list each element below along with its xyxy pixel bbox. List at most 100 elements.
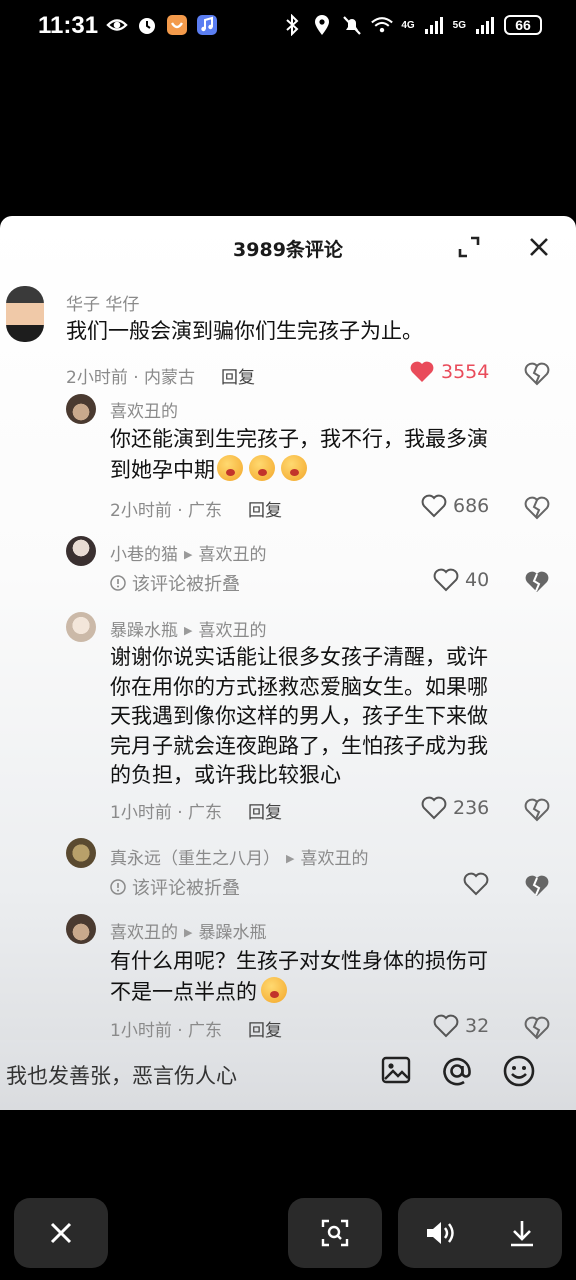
comment-time-location: 2小时前 · 广东 bbox=[110, 501, 223, 521]
status-time: 11:31 bbox=[38, 12, 99, 39]
close-icon bbox=[50, 1222, 72, 1244]
comment-text-line: 完月子就会连夜跑路了，生怕孩子成为我 bbox=[110, 733, 488, 758]
avatar[interactable] bbox=[66, 612, 96, 642]
avatar[interactable] bbox=[66, 838, 96, 868]
reply-to-name[interactable]: 喜欢丑的 bbox=[198, 545, 266, 565]
comment-6: 喜欢丑的 ▶ 暴躁水瓶 有什么用呢？生孩子对女性身体的损伤可 不是一点半点的 1小时… bbox=[0, 914, 576, 1044]
folded-text: 该评论被折叠 bbox=[132, 574, 240, 595]
folded-notice[interactable]: 该评论被折叠 bbox=[110, 874, 240, 900]
comment-text-line: 天我遇到像你这样的男人，孩子生下来做 bbox=[110, 704, 488, 728]
avatar[interactable] bbox=[66, 914, 96, 944]
heart-icon bbox=[410, 361, 434, 382]
comment-text-line: 你在用你的方式拯救恋爱脑女生。如果哪 bbox=[110, 674, 488, 699]
at-icon[interactable] bbox=[440, 1054, 476, 1090]
comment-text: 你还能演到生完孩子，我不行，我最多演 到她孕中期 bbox=[110, 425, 488, 485]
eye-icon bbox=[106, 14, 128, 36]
like-button[interactable]: 32 bbox=[433, 1014, 489, 1038]
comment-count-title: 3989条评论 bbox=[233, 239, 343, 261]
reply-arrow-icon: ▶ bbox=[184, 548, 193, 561]
comment-author[interactable]: 真永远（重生之八月） ▶ 喜欢丑的 bbox=[110, 844, 368, 869]
info-icon bbox=[110, 575, 126, 591]
image-search-icon bbox=[321, 1219, 349, 1247]
comment-4: 暴躁水瓶 ▶ 喜欢丑的 谢谢你说实话能让很多女孩子清醒，或许 你在用你的方式拯救恋爱… bbox=[0, 612, 576, 832]
battery-indicator: 66 bbox=[504, 15, 542, 35]
comment-text-line: 我们一般会演到骗你们生完孩子为止。 bbox=[66, 319, 423, 343]
like-count: 686 bbox=[453, 495, 490, 517]
avatar[interactable] bbox=[66, 536, 96, 566]
broken-heart-icon[interactable] bbox=[524, 874, 550, 900]
comment-time-location: 1小时前 · 广东 bbox=[110, 1021, 223, 1041]
close-button[interactable] bbox=[14, 1198, 108, 1268]
reply-to-name[interactable]: 喜欢丑的 bbox=[300, 849, 368, 869]
heart-icon bbox=[421, 796, 447, 820]
bluetooth-icon bbox=[281, 14, 303, 36]
expand-icon[interactable] bbox=[456, 234, 482, 260]
status-bar: 11:31 4G 5G 66 bbox=[0, 0, 576, 54]
broken-heart-icon[interactable] bbox=[524, 570, 550, 596]
like-button[interactable]: 3554 bbox=[409, 360, 489, 384]
heart-icon bbox=[433, 1014, 459, 1038]
folded-notice[interactable]: 该评论被折叠 bbox=[110, 570, 240, 596]
location-icon bbox=[311, 14, 333, 36]
kiss-emoji-icon bbox=[217, 454, 243, 481]
close-icon[interactable] bbox=[526, 234, 552, 260]
author-name[interactable]: 喜欢丑的 bbox=[110, 923, 178, 943]
emoji-icon[interactable] bbox=[502, 1054, 538, 1090]
reply-arrow-icon: ▶ bbox=[286, 852, 295, 865]
signal-icon bbox=[423, 14, 445, 36]
media-controls bbox=[398, 1198, 562, 1268]
heart-icon bbox=[433, 568, 459, 592]
info-icon bbox=[110, 879, 126, 895]
avatar[interactable] bbox=[66, 394, 96, 424]
reply-arrow-icon: ▶ bbox=[184, 624, 193, 637]
like-button[interactable]: 236 bbox=[421, 796, 489, 820]
comment-text-line: 不是一点半点的 bbox=[110, 979, 257, 1004]
comment-meta: 1小时前 · 广东 回复 bbox=[110, 1016, 282, 1041]
reply-to-name[interactable]: 喜欢丑的 bbox=[198, 621, 266, 641]
reply-to-name[interactable]: 暴躁水瓶 bbox=[198, 923, 266, 943]
like-button[interactable] bbox=[463, 872, 489, 896]
comment-5: 真永远（重生之八月） ▶ 喜欢丑的 该评论被折叠 bbox=[0, 838, 576, 900]
image-icon[interactable] bbox=[380, 1054, 416, 1090]
author-name[interactable]: 暴躁水瓶 bbox=[110, 621, 178, 641]
status-left-icons bbox=[106, 14, 218, 36]
comment-text: 谢谢你说实话能让很多女孩子清醒，或许 你在用你的方式拯救恋爱脑女生。如果哪 天我… bbox=[110, 643, 488, 791]
author-name[interactable]: 小巷的猫 bbox=[110, 545, 178, 565]
comment-1: 华子 华仔 我们一般会演到骗你们生完孩子为止。 2小时前 · 内蒙古 回复 355… bbox=[0, 286, 576, 388]
kiss-emoji-icon bbox=[281, 454, 307, 481]
comment-author[interactable]: 暴躁水瓶 ▶ 喜欢丑的 bbox=[110, 616, 266, 641]
comment-2: 喜欢丑的 你还能演到生完孩子，我不行，我最多演 到她孕中期 2小时前 · 广东 回… bbox=[0, 392, 576, 522]
thinking-emoji-icon bbox=[261, 976, 287, 1003]
status-right-icons: 4G 5G 66 bbox=[281, 14, 542, 36]
comment-text-line: 谢谢你说实话能让很多女孩子清醒，或许 bbox=[110, 645, 488, 669]
reply-button[interactable]: 回复 bbox=[248, 501, 282, 521]
sheet-header: 3989条评论 bbox=[0, 216, 576, 276]
comment-author[interactable]: 华子 华仔 bbox=[66, 290, 139, 315]
comment-input-bar: 我也发善张，恶言伤人心 bbox=[0, 1040, 576, 1110]
broken-heart-icon[interactable] bbox=[524, 496, 550, 522]
shield-app-icon bbox=[166, 14, 188, 36]
mute-bell-icon bbox=[341, 14, 363, 36]
comment-author[interactable]: 喜欢丑的 bbox=[110, 397, 178, 422]
signal-icon-2 bbox=[474, 14, 496, 36]
comment-author[interactable]: 喜欢丑的 ▶ 暴躁水瓶 bbox=[110, 918, 266, 943]
wifi-icon bbox=[371, 14, 394, 36]
broken-heart-icon[interactable] bbox=[524, 798, 550, 824]
download-icon[interactable] bbox=[508, 1218, 536, 1248]
reply-arrow-icon: ▶ bbox=[184, 926, 193, 939]
avatar[interactable] bbox=[6, 286, 44, 342]
image-search-button[interactable] bbox=[288, 1198, 382, 1268]
author-name[interactable]: 真永远（重生之八月） bbox=[110, 849, 280, 869]
like-count: 32 bbox=[465, 1015, 490, 1037]
volume-icon[interactable] bbox=[424, 1219, 456, 1247]
comment-input[interactable]: 我也发善张，恶言伤人心 bbox=[6, 1060, 237, 1090]
broken-heart-icon[interactable] bbox=[524, 1016, 550, 1042]
reply-button[interactable]: 回复 bbox=[248, 803, 282, 823]
reply-button[interactable]: 回复 bbox=[221, 368, 255, 388]
reply-button[interactable]: 回复 bbox=[248, 1021, 282, 1041]
comment-author[interactable]: 小巷的猫 ▶ 喜欢丑的 bbox=[110, 540, 266, 565]
like-button[interactable]: 686 bbox=[421, 494, 489, 518]
like-count: 40 bbox=[465, 569, 490, 591]
broken-heart-icon[interactable] bbox=[524, 362, 550, 388]
like-button[interactable]: 40 bbox=[433, 568, 489, 592]
